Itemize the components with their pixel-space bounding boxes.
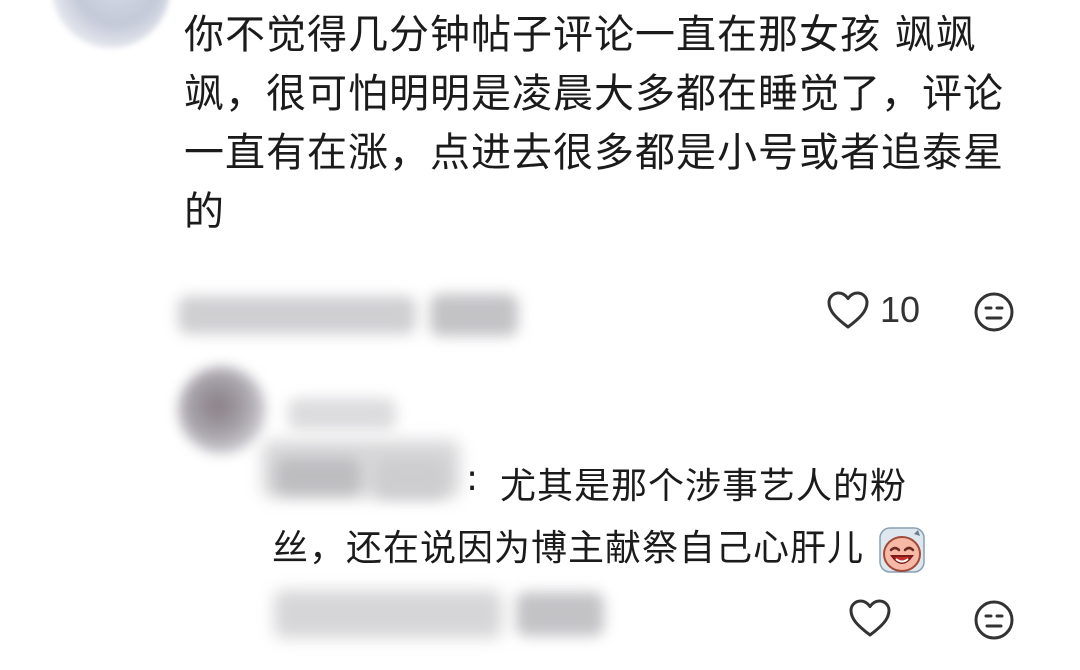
heart-icon bbox=[849, 599, 891, 637]
comment-line: 一直有在涨，点进去很多都是小号或者追泰星 bbox=[184, 130, 1004, 176]
redacted-reply-username[interactable] bbox=[288, 398, 396, 430]
redacted-reply-time bbox=[274, 590, 502, 638]
reply-text-line1: 尤其是那个涉事艺人的粉 bbox=[500, 466, 908, 507]
redacted-reply-author-part bbox=[376, 458, 446, 498]
comment-body: 你不觉得几分钟帖子评论一直在那女孩 飒飒 飒，很可怕明明是凌晨大多都在睡觉了，评… bbox=[184, 6, 1044, 242]
redacted-reply-author-part bbox=[276, 458, 360, 494]
comment-line: 你不觉得几分钟帖子评论一直在那女孩 飒飒 bbox=[184, 12, 977, 58]
comment-line: 的 bbox=[184, 189, 225, 235]
comment-emoji-icon bbox=[974, 600, 1014, 640]
comment-emoji-icon bbox=[974, 292, 1014, 332]
redacted-reply-link[interactable] bbox=[516, 592, 604, 636]
crying-face-icon bbox=[879, 527, 926, 573]
reply-colon: : bbox=[466, 458, 479, 499]
commenter-avatar[interactable] bbox=[52, 0, 170, 48]
comment-line: 飒，很可怕明明是凌晨大多都在睡觉了，评论 bbox=[184, 71, 1004, 117]
reply-emoji-reaction-button[interactable] bbox=[972, 598, 1016, 642]
like-count: 10 bbox=[880, 289, 921, 330]
redacted-reply-link[interactable] bbox=[430, 294, 518, 336]
reply-like-button[interactable] bbox=[848, 598, 892, 638]
reply-text: 丝，还在说因为博主献祭自己心肝儿 bbox=[272, 528, 865, 569]
redacted-time bbox=[178, 296, 416, 334]
emoji-reaction-button[interactable] bbox=[972, 290, 1016, 334]
heart-icon bbox=[827, 291, 869, 329]
like-button[interactable]: 10 bbox=[826, 289, 920, 331]
reply-text-line2: 丝，还在说因为博主献祭自己心肝儿 bbox=[272, 521, 992, 577]
reply-avatar[interactable] bbox=[178, 366, 266, 454]
